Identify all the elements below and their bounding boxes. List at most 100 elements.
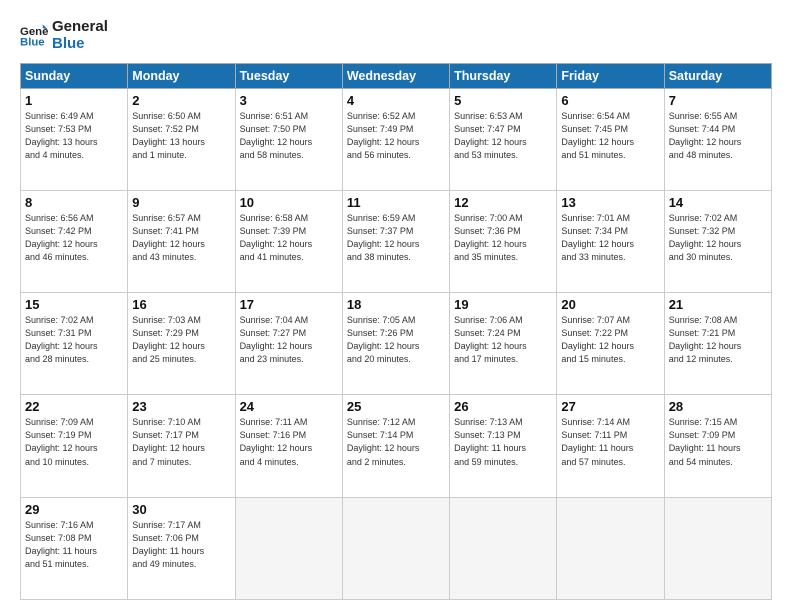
day-number: 1	[25, 93, 123, 108]
calendar-cell: 15 Sunrise: 7:02 AM Sunset: 7:31 PM Dayli…	[21, 293, 128, 395]
calendar-cell	[235, 497, 342, 599]
day-number: 5	[454, 93, 552, 108]
logo: General Blue General Blue	[20, 18, 108, 53]
day-number: 23	[132, 399, 230, 414]
day-number: 6	[561, 93, 659, 108]
day-info: Sunrise: 7:14 AM Sunset: 7:11 PM Dayligh…	[561, 416, 659, 468]
day-info: Sunrise: 7:10 AM Sunset: 7:17 PM Dayligh…	[132, 416, 230, 468]
calendar-cell: 2 Sunrise: 6:50 AM Sunset: 7:52 PM Daylig…	[128, 88, 235, 190]
day-number: 22	[25, 399, 123, 414]
day-number: 12	[454, 195, 552, 210]
day-number: 16	[132, 297, 230, 312]
calendar-cell: 16 Sunrise: 7:03 AM Sunset: 7:29 PM Dayli…	[128, 293, 235, 395]
calendar-cell: 6 Sunrise: 6:54 AM Sunset: 7:45 PM Daylig…	[557, 88, 664, 190]
calendar-cell: 17 Sunrise: 7:04 AM Sunset: 7:27 PM Dayli…	[235, 293, 342, 395]
calendar-cell: 27 Sunrise: 7:14 AM Sunset: 7:11 PM Dayli…	[557, 395, 664, 497]
day-info: Sunrise: 7:02 AM Sunset: 7:32 PM Dayligh…	[669, 212, 767, 264]
day-number: 14	[669, 195, 767, 210]
calendar-cell: 21 Sunrise: 7:08 AM Sunset: 7:21 PM Dayli…	[664, 293, 771, 395]
col-header-wednesday: Wednesday	[342, 63, 449, 88]
calendar-cell	[450, 497, 557, 599]
calendar-cell: 13 Sunrise: 7:01 AM Sunset: 7:34 PM Dayli…	[557, 190, 664, 292]
day-info: Sunrise: 7:13 AM Sunset: 7:13 PM Dayligh…	[454, 416, 552, 468]
calendar-cell: 4 Sunrise: 6:52 AM Sunset: 7:49 PM Daylig…	[342, 88, 449, 190]
day-number: 2	[132, 93, 230, 108]
day-info: Sunrise: 7:08 AM Sunset: 7:21 PM Dayligh…	[669, 314, 767, 366]
day-info: Sunrise: 6:52 AM Sunset: 7:49 PM Dayligh…	[347, 110, 445, 162]
col-header-thursday: Thursday	[450, 63, 557, 88]
day-info: Sunrise: 7:07 AM Sunset: 7:22 PM Dayligh…	[561, 314, 659, 366]
calendar-table: SundayMondayTuesdayWednesdayThursdayFrid…	[20, 63, 772, 601]
calendar-cell: 28Sunrise: 7:15 AM Sunset: 7:09 PM Dayli…	[664, 395, 771, 497]
logo-general: General	[52, 18, 108, 35]
svg-text:Blue: Blue	[20, 37, 45, 49]
calendar-cell: 8 Sunrise: 6:56 AM Sunset: 7:42 PM Daylig…	[21, 190, 128, 292]
logo-icon: General Blue	[20, 21, 48, 49]
col-header-tuesday: Tuesday	[235, 63, 342, 88]
calendar-cell: 24 Sunrise: 7:11 AM Sunset: 7:16 PM Dayli…	[235, 395, 342, 497]
day-info: Sunrise: 6:55 AM Sunset: 7:44 PM Dayligh…	[669, 110, 767, 162]
day-info: Sunrise: 7:17 AM Sunset: 7:06 PM Dayligh…	[132, 519, 230, 571]
calendar-cell: 7 Sunrise: 6:55 AM Sunset: 7:44 PM Daylig…	[664, 88, 771, 190]
day-info: Sunrise: 7:16 AM Sunset: 7:08 PM Dayligh…	[25, 519, 123, 571]
calendar-cell	[664, 497, 771, 599]
day-info: Sunrise: 7:09 AM Sunset: 7:19 PM Dayligh…	[25, 416, 123, 468]
day-number: 20	[561, 297, 659, 312]
calendar-cell: 20 Sunrise: 7:07 AM Sunset: 7:22 PM Dayli…	[557, 293, 664, 395]
calendar-cell: 22 Sunrise: 7:09 AM Sunset: 7:19 PM Dayli…	[21, 395, 128, 497]
calendar-cell: 1 Sunrise: 6:49 AM Sunset: 7:53 PM Daylig…	[21, 88, 128, 190]
calendar-cell: 18 Sunrise: 7:05 AM Sunset: 7:26 PM Dayli…	[342, 293, 449, 395]
day-number: 10	[240, 195, 338, 210]
day-number: 7	[669, 93, 767, 108]
calendar-cell: 29Sunrise: 7:16 AM Sunset: 7:08 PM Dayli…	[21, 497, 128, 599]
day-number: 3	[240, 93, 338, 108]
calendar-cell: 5Sunrise: 6:53 AM Sunset: 7:47 PM Daylig…	[450, 88, 557, 190]
day-info: Sunrise: 7:15 AM Sunset: 7:09 PM Dayligh…	[669, 416, 767, 468]
day-info: Sunrise: 7:05 AM Sunset: 7:26 PM Dayligh…	[347, 314, 445, 366]
col-header-saturday: Saturday	[664, 63, 771, 88]
day-info: Sunrise: 7:01 AM Sunset: 7:34 PM Dayligh…	[561, 212, 659, 264]
day-number: 4	[347, 93, 445, 108]
calendar-cell: 30 Sunrise: 7:17 AM Sunset: 7:06 PM Dayli…	[128, 497, 235, 599]
calendar-cell	[557, 497, 664, 599]
calendar-cell: 19Sunrise: 7:06 AM Sunset: 7:24 PM Dayli…	[450, 293, 557, 395]
day-number: 13	[561, 195, 659, 210]
day-number: 11	[347, 195, 445, 210]
day-info: Sunrise: 6:56 AM Sunset: 7:42 PM Dayligh…	[25, 212, 123, 264]
calendar-cell: 25 Sunrise: 7:12 AM Sunset: 7:14 PM Dayli…	[342, 395, 449, 497]
calendar-cell: 10 Sunrise: 6:58 AM Sunset: 7:39 PM Dayli…	[235, 190, 342, 292]
day-info: Sunrise: 7:03 AM Sunset: 7:29 PM Dayligh…	[132, 314, 230, 366]
day-number: 24	[240, 399, 338, 414]
calendar-cell: 9 Sunrise: 6:57 AM Sunset: 7:41 PM Daylig…	[128, 190, 235, 292]
day-info: Sunrise: 7:11 AM Sunset: 7:16 PM Dayligh…	[240, 416, 338, 468]
day-info: Sunrise: 6:49 AM Sunset: 7:53 PM Dayligh…	[25, 110, 123, 162]
day-info: Sunrise: 6:57 AM Sunset: 7:41 PM Dayligh…	[132, 212, 230, 264]
day-info: Sunrise: 6:59 AM Sunset: 7:37 PM Dayligh…	[347, 212, 445, 264]
day-info: Sunrise: 7:12 AM Sunset: 7:14 PM Dayligh…	[347, 416, 445, 468]
day-info: Sunrise: 6:58 AM Sunset: 7:39 PM Dayligh…	[240, 212, 338, 264]
day-number: 18	[347, 297, 445, 312]
day-number: 17	[240, 297, 338, 312]
logo-blue: Blue	[52, 35, 108, 52]
day-number: 15	[25, 297, 123, 312]
day-number: 26	[454, 399, 552, 414]
calendar-cell: 23 Sunrise: 7:10 AM Sunset: 7:17 PM Dayli…	[128, 395, 235, 497]
day-number: 25	[347, 399, 445, 414]
day-info: Sunrise: 6:50 AM Sunset: 7:52 PM Dayligh…	[132, 110, 230, 162]
day-number: 8	[25, 195, 123, 210]
day-info: Sunrise: 6:54 AM Sunset: 7:45 PM Dayligh…	[561, 110, 659, 162]
col-header-friday: Friday	[557, 63, 664, 88]
day-info: Sunrise: 7:00 AM Sunset: 7:36 PM Dayligh…	[454, 212, 552, 264]
day-number: 30	[132, 502, 230, 517]
calendar-cell: 14 Sunrise: 7:02 AM Sunset: 7:32 PM Dayli…	[664, 190, 771, 292]
day-number: 9	[132, 195, 230, 210]
calendar-cell: 11 Sunrise: 6:59 AM Sunset: 7:37 PM Dayli…	[342, 190, 449, 292]
day-number: 27	[561, 399, 659, 414]
day-info: Sunrise: 7:02 AM Sunset: 7:31 PM Dayligh…	[25, 314, 123, 366]
day-number: 21	[669, 297, 767, 312]
col-header-sunday: Sunday	[21, 63, 128, 88]
day-info: Sunrise: 7:04 AM Sunset: 7:27 PM Dayligh…	[240, 314, 338, 366]
calendar-cell	[342, 497, 449, 599]
day-info: Sunrise: 7:06 AM Sunset: 7:24 PM Dayligh…	[454, 314, 552, 366]
calendar-cell: 26 Sunrise: 7:13 AM Sunset: 7:13 PM Dayli…	[450, 395, 557, 497]
